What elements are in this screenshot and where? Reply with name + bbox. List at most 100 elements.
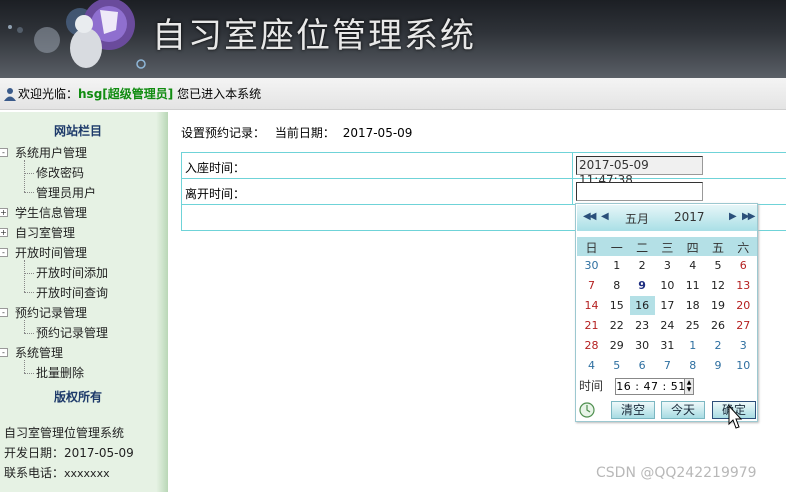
calendar-day[interactable]: 20 [731,296,756,315]
calendar-day[interactable]: 1 [604,256,629,275]
prev-year-icon[interactable]: ◀◀ [583,211,596,222]
time-spinner[interactable]: ▲ ▼ [684,378,694,395]
next-year-icon[interactable]: ▶▶ [742,211,755,222]
calendar-day[interactable]: 3 [731,336,756,355]
sidebar-item-change-password[interactable]: 修改密码 [36,164,84,182]
weekday-label: 一 [610,241,623,255]
calendar-day[interactable]: 30 [630,336,655,355]
sidebar-item-student-management[interactable]: + 学生信息管理 [0,204,87,222]
calendar-day[interactable]: 4 [579,356,604,375]
calendar-day[interactable]: 9 [706,356,731,375]
sidebar-item-label: 自习室管理 [15,226,76,240]
calendar-day[interactable]: 13 [731,276,756,295]
checkout-label: 离开时间： [185,187,246,201]
sidebar-item-label: 开放时间管理 [15,246,88,260]
time-label: 时间 [579,379,604,393]
calendar-day[interactable]: 1 [680,336,705,355]
calendar-day[interactable]: 22 [604,316,629,335]
prev-month-icon[interactable]: ◀ [601,211,609,222]
form-row-checkin: 入座时间： 2017-05-09 11:47:38 [182,153,786,187]
welcome-message: 欢迎光临：hsg[超级管理员] 您已进入本系统 [18,78,261,110]
calendar-day[interactable]: 21 [579,316,604,335]
collapse-icon[interactable]: - [0,308,8,317]
dev-date-value: 2017-05-09 [64,446,134,460]
sidebar-item-user-management[interactable]: - 系统用户管理 [0,144,87,162]
calendar-day[interactable]: 4 [680,256,705,275]
dev-date-label: 开发日期： [4,446,65,460]
time-input[interactable]: 16 : 47 : 51 [615,378,687,395]
clock-icon[interactable] [579,402,595,418]
sidebar-item-batch-delete[interactable]: 批量删除 [36,364,84,382]
calendar-day[interactable]: 14 [579,296,604,315]
sidebar-item-room-management[interactable]: + 自习室管理 [0,224,75,242]
calendar-month[interactable]: 五月 [625,210,649,227]
calendar-day[interactable]: 12 [706,276,731,295]
calendar-day[interactable]: 30 [579,256,604,275]
calendar-day[interactable]: 10 [655,276,680,295]
calendar-day[interactable]: 29 [604,336,629,355]
expand-icon[interactable]: + [0,208,8,217]
weekday-label: 二 [636,241,649,255]
calendar-day[interactable]: 25 [680,316,705,335]
sidebar-item-admin-users[interactable]: 管理员用户 [36,184,96,202]
sidebar: 网站栏目 - 系统用户管理 修改密码 管理员用户 + 学生信息管理 + 自习室管… [0,112,168,492]
calendar-day[interactable]: 7 [655,356,680,375]
calendar-day[interactable]: 3 [655,256,680,275]
collapse-icon[interactable]: - [0,248,8,257]
collapse-icon[interactable]: - [0,348,8,357]
column-divider [572,153,573,205]
calendar-day[interactable]: 23 [630,316,655,335]
sidebar-item-label: 系统管理 [15,346,64,360]
sidebar-item-open-time-add[interactable]: 开放时间添加 [36,264,108,282]
calendar-day[interactable]: 28 [579,336,604,355]
phone-value: xxxxxxx [64,467,110,480]
contact-phone: 联系电话：xxxxxxx [4,464,110,481]
weekday-header: 日一二三四五六 [577,237,757,256]
tree-connector [24,173,34,174]
calendar-year[interactable]: 2017 [674,210,705,224]
calendar-day[interactable]: 8 [604,276,629,295]
calendar-day[interactable]: 24 [655,316,680,335]
tree-connector [24,260,25,292]
welcome-prefix: 欢迎光临： [18,87,79,101]
sidebar-title: 网站栏目 [53,124,102,138]
tree-connector [24,273,34,274]
calendar-day[interactable]: 2 [630,256,655,275]
calendar-day[interactable]: 10 [731,356,756,375]
calendar-day[interactable]: 6 [630,356,655,375]
checkin-time-input[interactable]: 2017-05-09 11:47:38 [576,156,703,187]
calendar-day[interactable]: 17 [655,296,680,315]
calendar-day[interactable]: 9 [630,276,655,295]
weekday-label: 日 [585,241,598,255]
calendar-day[interactable]: 16 [629,296,655,315]
sidebar-item-reservation-records[interactable]: 预约记录管理 [36,324,108,342]
sidebar-item-open-time-query[interactable]: 开放时间查询 [36,284,108,302]
calendar-day[interactable]: 27 [731,316,756,335]
calendar-day[interactable]: 2 [706,336,731,355]
weekday-label: 五 [711,241,724,255]
collapse-icon[interactable]: - [0,148,8,157]
clear-button[interactable]: 清空 [611,401,655,419]
weekday-label: 三 [661,241,674,255]
calendar-day[interactable]: 8 [680,356,705,375]
calendar-day[interactable]: 26 [706,316,731,335]
weekday-label: 六 [737,241,750,255]
calendar-day[interactable]: 15 [604,296,629,315]
calendar-day[interactable]: 5 [706,256,731,275]
calendar-day[interactable]: 18 [680,296,705,315]
today-button[interactable]: 今天 [661,401,705,419]
calendar-day[interactable]: 5 [604,356,629,375]
calendar-day[interactable]: 11 [680,276,705,295]
welcome-suffix: 您已进入本系统 [173,87,262,101]
next-month-icon[interactable]: ▶ [729,211,737,222]
calendar-day[interactable]: 31 [655,336,680,355]
checkout-time-input[interactable] [576,182,703,201]
sidebar-item-open-time-management[interactable]: - 开放时间管理 [0,244,87,262]
sidebar-item-system-management[interactable]: - 系统管理 [0,344,63,362]
calendar-day[interactable]: 7 [579,276,604,295]
calendar-day[interactable]: 6 [731,256,756,275]
page-heading: 设置预约记录： 当前日期： 2017-05-09 [181,124,412,141]
expand-icon[interactable]: + [0,228,8,237]
calendar-day[interactable]: 19 [706,296,731,315]
sidebar-item-reservation-management[interactable]: - 预约记录管理 [0,304,87,322]
